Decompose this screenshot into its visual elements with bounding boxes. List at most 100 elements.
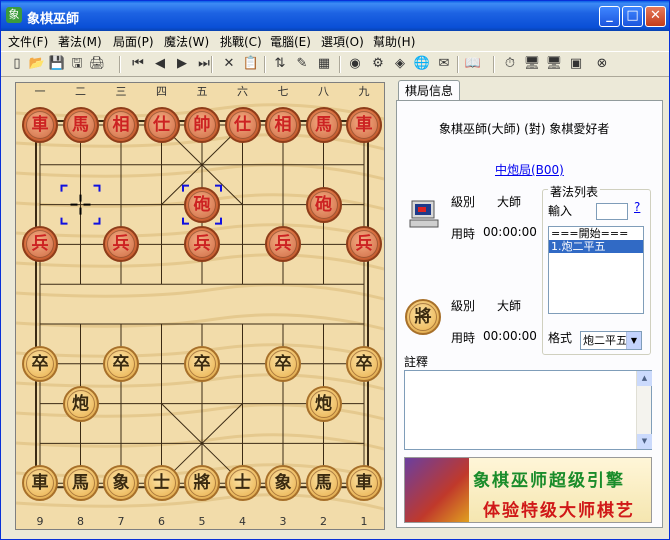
black-piece[interactable]: 象 — [103, 465, 139, 502]
time-value-2: 00:00:00 — [483, 329, 537, 343]
time-label-2: 用時 — [451, 331, 476, 345]
black-piece[interactable]: 卒 — [22, 345, 58, 382]
next-move-icon[interactable]: ▶ — [173, 55, 191, 73]
analyze-icon[interactable]: ◉ — [346, 55, 364, 73]
menu-help[interactable]: 幫助(H) — [373, 33, 415, 50]
menu-options[interactable]: 選項(O) — [321, 33, 364, 50]
chevron-down-icon[interactable]: ▼ — [626, 332, 641, 349]
red-piece[interactable]: 馬 — [62, 107, 99, 143]
black-piece[interactable]: 卒 — [103, 345, 139, 382]
level-label-2: 級別 — [451, 299, 476, 313]
file-label-top: 五 — [196, 85, 208, 98]
black-piece[interactable]: 馬 — [62, 465, 99, 502]
black-piece[interactable]: 車 — [22, 465, 58, 502]
move-input[interactable] — [596, 203, 628, 220]
comment-scrollbar[interactable]: ▲ ▼ — [636, 371, 652, 449]
save-icon[interactable]: 💾 — [48, 55, 66, 73]
red-piece[interactable]: 馬 — [305, 107, 342, 143]
web-icon[interactable]: 🌐 — [413, 55, 431, 73]
comment-textarea[interactable]: ▲ ▼ — [404, 370, 652, 450]
red-piece[interactable]: 車 — [346, 107, 382, 143]
grid-icon[interactable]: ▦ — [315, 55, 333, 73]
maximize-button[interactable]: □ — [622, 6, 643, 27]
black-piece[interactable]: 象 — [265, 465, 301, 502]
computer-red-icon[interactable]: 🖥 — [523, 55, 541, 73]
black-piece[interactable]: 將 — [184, 465, 220, 502]
close-button[interactable]: ✕ — [645, 6, 666, 27]
engine-banner[interactable]: 象棋巫师超级引擎 体验特级大师棋艺 — [404, 457, 652, 523]
move-list-item-selected[interactable]: 1.炮二平五 — [549, 240, 643, 253]
help-link[interactable]: ? — [634, 200, 640, 214]
red-piece[interactable]: 車 — [22, 107, 58, 143]
red-piece[interactable]: 砲 — [184, 186, 220, 223]
toolbar-separator — [457, 56, 459, 73]
red-piece[interactable]: 相 — [103, 107, 139, 143]
black-piece[interactable]: 卒 — [346, 345, 382, 382]
file-label-bottom: 5 — [198, 515, 206, 528]
opening-link[interactable]: 中炮局(B00) — [495, 161, 564, 178]
delete-icon[interactable]: ✕ — [220, 55, 238, 73]
toolbar-separator — [119, 56, 121, 73]
toolbar-separator — [264, 56, 266, 73]
file-label-bottom: 8 — [77, 515, 84, 528]
toolbar: ▯ 📂 💾 🖫 🖨 ⏮ ◀ ▶ ⏭ ✕ 📋 ⇅ ✎ ▦ ◉ ⚙ ◈ 🌐 ✉ 📖 ⏱ 🖥 🖥 ▣ ⊗ — [1, 51, 669, 77]
clock-icon[interactable]: ⏱ — [501, 55, 519, 73]
chess-board[interactable]: 一二三四五六七八九987654321車馬相仕帥仕相馬車砲砲兵兵兵兵兵卒卒卒卒卒炮… — [15, 82, 385, 530]
menu-challenge[interactable]: 挑戰(C) — [220, 33, 262, 50]
black-piece[interactable]: 車 — [346, 465, 382, 502]
file-label-top: 三 — [115, 85, 127, 98]
engine-icon[interactable]: ⚙ — [369, 55, 387, 73]
file-label-top: 九 — [358, 85, 370, 98]
save-as-icon[interactable]: 🖫 — [68, 55, 86, 73]
edit-icon[interactable]: ✎ — [293, 55, 311, 73]
level-value-2: 大師 — [497, 299, 522, 313]
red-piece[interactable]: 相 — [265, 107, 301, 143]
note-icon[interactable]: ✉ — [435, 55, 453, 73]
black-piece[interactable]: 士 — [143, 465, 180, 502]
moves-group-title: 著法列表 — [548, 183, 601, 200]
file-label-top: 二 — [75, 85, 86, 98]
black-piece[interactable]: 卒 — [184, 345, 220, 382]
format-select[interactable]: 炮二平五 ▼ — [580, 331, 642, 350]
first-move-icon[interactable]: ⏮ — [129, 55, 147, 73]
computer-black-icon[interactable]: 🖥 — [545, 55, 563, 73]
scroll-up-icon[interactable]: ▲ — [637, 371, 652, 386]
menu-file[interactable]: 文件(F) — [8, 33, 48, 50]
menu-computer[interactable]: 電腦(E) — [270, 33, 311, 50]
black-piece[interactable]: 士 — [224, 465, 261, 502]
black-piece[interactable]: 炮 — [62, 385, 99, 422]
print-icon[interactable]: 🖨 — [88, 55, 106, 73]
black-piece[interactable]: 炮 — [305, 385, 342, 422]
black-piece[interactable]: 卒 — [265, 345, 301, 382]
move-list[interactable]: ===開始=== 1.炮二平五 — [548, 226, 644, 314]
file-label-bottom: 2 — [320, 515, 327, 528]
title-bar[interactable]: 象 象棋巫師 _ □ ✕ — [1, 1, 669, 31]
file-label-bottom: 7 — [117, 515, 125, 528]
new-icon[interactable]: ▯ — [8, 55, 26, 73]
red-piece[interactable]: 帥 — [184, 107, 220, 143]
file-label-top: 八 — [318, 85, 329, 98]
open-icon[interactable]: 📂 — [28, 55, 46, 73]
book-icon[interactable]: 📖 — [464, 55, 482, 73]
tab-game-info[interactable]: 棋局信息 — [398, 80, 460, 101]
prev-move-icon[interactable]: ◀ — [151, 55, 169, 73]
paste-icon[interactable]: 📋 — [242, 55, 260, 73]
flip-icon[interactable]: ⇅ — [271, 55, 289, 73]
red-piece[interactable]: 仕 — [143, 107, 180, 143]
black-piece[interactable]: 馬 — [305, 465, 342, 502]
red-piece[interactable]: 砲 — [305, 186, 342, 223]
record-icon[interactable]: ◈ — [391, 55, 409, 73]
file-label-bottom: 3 — [279, 515, 287, 528]
menu-position[interactable]: 局面(P) — [113, 33, 154, 50]
time-value: 00:00:00 — [483, 225, 537, 239]
players-text: 象棋巫師(大師) (對) 象棋愛好者 — [439, 122, 610, 136]
move-list-item[interactable]: ===開始=== — [549, 227, 643, 240]
scroll-down-icon[interactable]: ▼ — [637, 434, 652, 449]
red-piece[interactable]: 仕 — [224, 107, 261, 143]
menu-magic[interactable]: 魔法(W) — [164, 33, 209, 50]
minimize-button[interactable]: _ — [599, 6, 620, 27]
menu-moves[interactable]: 著法(M) — [58, 33, 102, 50]
comment-label: 註釋 — [404, 355, 429, 369]
board-icon[interactable]: ▣ — [567, 55, 585, 73]
stop-icon[interactable]: ⊗ — [593, 55, 611, 73]
